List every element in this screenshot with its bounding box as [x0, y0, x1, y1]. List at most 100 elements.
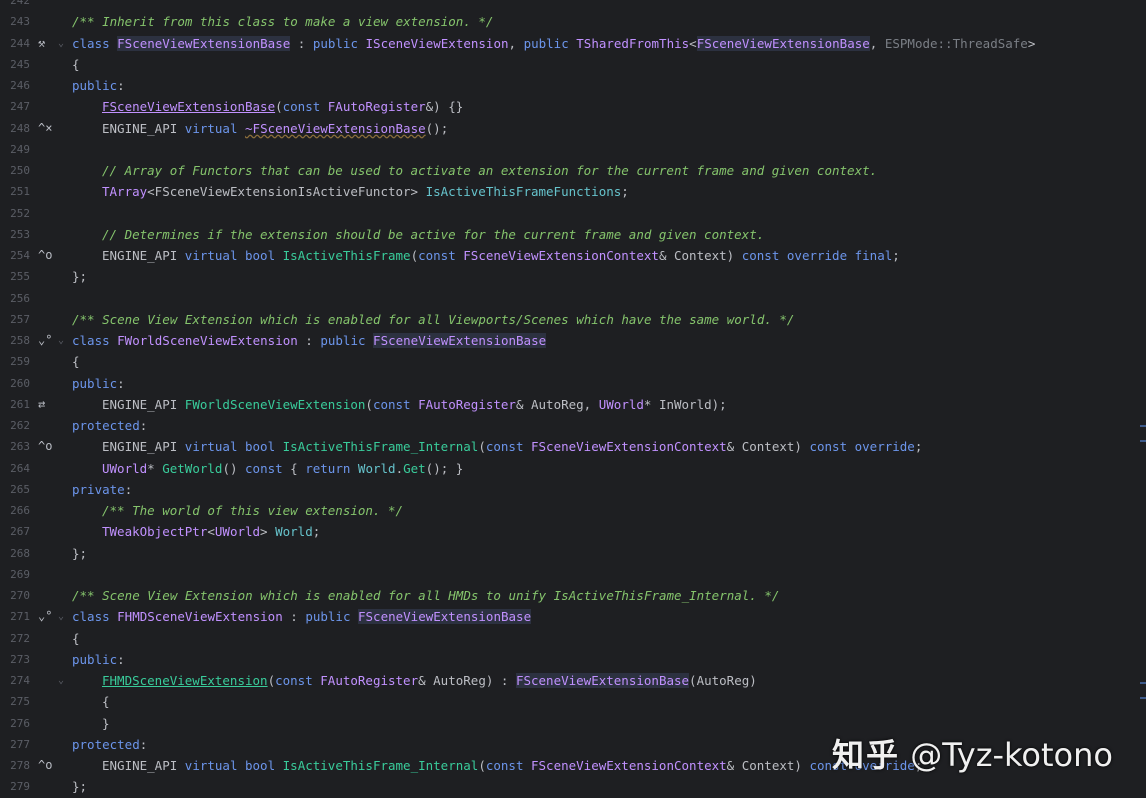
override-icon[interactable]: ^o — [38, 245, 56, 266]
line-number[interactable]: 259 — [0, 351, 30, 372]
code-text[interactable]: public: — [72, 75, 125, 96]
code-text[interactable]: }; — [72, 543, 87, 564]
code-text[interactable]: ENGINE_API virtual bool IsActiveThisFram… — [72, 436, 922, 457]
line-number[interactable]: 269 — [0, 564, 30, 585]
code-text[interactable]: { — [72, 351, 80, 372]
line-number[interactable]: 262 — [0, 415, 30, 436]
code-text[interactable]: protected: — [72, 415, 147, 436]
code-line[interactable]: 267 TWeakObjectPtr<UWorld> World; — [0, 521, 1146, 542]
code-text[interactable]: /** The world of this view extension. */ — [72, 500, 403, 521]
line-number[interactable]: 277 — [0, 734, 30, 755]
code-text[interactable]: TWeakObjectPtr<UWorld> World; — [72, 521, 320, 542]
fold-chevron-icon[interactable]: ⌄ — [58, 33, 64, 54]
code-text[interactable]: class FSceneViewExtensionBase : public I… — [72, 33, 1035, 54]
line-number[interactable]: 258 — [0, 330, 30, 351]
code-line[interactable]: 256 — [0, 288, 1146, 309]
code-line[interactable]: 251 TArray<FSceneViewExtensionIsActiveFun… — [0, 181, 1146, 202]
code-text[interactable]: /** Inherit from this class to make a vi… — [72, 11, 493, 32]
line-number[interactable]: 276 — [0, 713, 30, 734]
code-text[interactable]: }; — [72, 266, 87, 287]
code-text[interactable]: ENGINE_API virtual bool IsActiveThisFram… — [72, 755, 922, 776]
hammer-icon[interactable]: ⚒ — [38, 33, 56, 54]
code-line[interactable]: 253 // Determines if the extension should… — [0, 224, 1146, 245]
code-text[interactable]: /** Scene View Extension which is enable… — [72, 585, 779, 606]
code-text[interactable]: { — [72, 691, 110, 712]
code-text[interactable]: class FHMDSceneViewExtension : public FS… — [72, 606, 532, 627]
code-line[interactable]: 257 /** Scene View Extension which is ena… — [0, 309, 1146, 330]
line-number[interactable]: 244 — [0, 33, 30, 54]
code-text[interactable]: }; — [72, 776, 87, 797]
line-number[interactable]: 252 — [0, 203, 30, 224]
scroll-marker[interactable] — [1140, 440, 1146, 442]
code-line[interactable]: 270 /** Scene View Extension which is ena… — [0, 585, 1146, 606]
line-number[interactable]: 274 — [0, 670, 30, 691]
fold-chevron-icon[interactable]: ⌄ — [58, 670, 64, 691]
swap-icon[interactable]: ⇄ — [38, 394, 56, 415]
line-number[interactable]: 266 — [0, 500, 30, 521]
code-line[interactable]: 255}; — [0, 266, 1146, 287]
line-number[interactable]: 268 — [0, 543, 30, 564]
override-icon[interactable]: ^o — [38, 436, 56, 457]
scroll-marker[interactable] — [1140, 682, 1146, 684]
code-line[interactable]: 245 { — [0, 54, 1146, 75]
line-number[interactable]: 246 — [0, 75, 30, 96]
code-text[interactable]: private: — [72, 479, 132, 500]
code-line[interactable]: 266 /** The world of this view extension.… — [0, 500, 1146, 521]
code-text[interactable]: ENGINE_API virtual bool IsActiveThisFram… — [72, 245, 900, 266]
code-text[interactable]: // Determines if the extension should be… — [72, 224, 764, 245]
line-number[interactable]: 264 — [0, 458, 30, 479]
code-text[interactable]: public: — [72, 373, 125, 394]
code-text[interactable]: TArray<FSceneViewExtensionIsActiveFuncto… — [72, 181, 629, 202]
code-line[interactable]: 244 ⚒ ⌄ class FSceneViewExtensionBase : pub… — [0, 33, 1146, 54]
code-line[interactable]: 274 ⌄ FHMDSceneViewExtension(const FAutoRe… — [0, 670, 1146, 691]
code-line[interactable]: 268}; — [0, 543, 1146, 564]
line-number[interactable]: 273 — [0, 649, 30, 670]
code-text[interactable]: public: — [72, 649, 125, 670]
implemented-icon[interactable]: ⌄° — [38, 606, 56, 627]
code-line[interactable]: 243 /** Inherit from this class to make a… — [0, 11, 1146, 32]
code-line[interactable]: 272 { — [0, 628, 1146, 649]
line-number[interactable]: 257 — [0, 309, 30, 330]
line-number[interactable]: 250 — [0, 160, 30, 181]
fold-chevron-icon[interactable]: ⌄ — [58, 606, 64, 627]
code-text[interactable]: FHMDSceneViewExtension(const FAutoRegist… — [72, 670, 757, 691]
line-number[interactable]: 279 — [0, 776, 30, 797]
line-number[interactable]: 261 — [0, 394, 30, 415]
line-number[interactable]: 270 — [0, 585, 30, 606]
code-line[interactable]: 248 ^× ENGINE_API virtual ~FSceneViewExten… — [0, 118, 1146, 139]
code-line[interactable]: 254 ^o ENGINE_API virtual bool IsActiveThi… — [0, 245, 1146, 266]
line-number[interactable]: 267 — [0, 521, 30, 542]
code-text[interactable]: ENGINE_API virtual ~FSceneViewExtensionB… — [72, 118, 448, 139]
code-text[interactable]: // Array of Functors that can be used to… — [72, 160, 877, 181]
code-text[interactable]: { — [72, 54, 80, 75]
code-text[interactable]: { — [72, 628, 80, 649]
code-line[interactable]: 263 ^o ENGINE_API virtual bool IsActiveThi… — [0, 436, 1146, 457]
line-number[interactable]: 275 — [0, 691, 30, 712]
code-editor[interactable]: 242 243 /** Inherit from this class to mak… — [0, 0, 1146, 798]
code-line[interactable]: 279}; — [0, 776, 1146, 797]
line-number[interactable]: 248 — [0, 118, 30, 139]
line-number[interactable]: 253 — [0, 224, 30, 245]
code-line[interactable]: 262 protected: — [0, 415, 1146, 436]
line-number[interactable]: 254 — [0, 245, 30, 266]
code-text[interactable]: UWorld* GetWorld() const { return World.… — [72, 458, 463, 479]
code-text[interactable]: ENGINE_API FWorldSceneViewExtension(cons… — [72, 394, 727, 415]
override-x-icon[interactable]: ^× — [38, 118, 56, 139]
code-line[interactable]: 265 private: — [0, 479, 1146, 500]
line-number[interactable]: 242 — [0, 0, 30, 11]
code-text[interactable]: class FWorldSceneViewExtension : public … — [72, 330, 547, 351]
code-line[interactable]: 242 — [0, 0, 1146, 11]
code-line[interactable]: 269 — [0, 564, 1146, 585]
code-line[interactable]: 261 ⇄ ENGINE_API FWorldSceneViewExtension(… — [0, 394, 1146, 415]
code-line[interactable]: 271 ⌄° ⌄ class FHMDSceneViewExtension : pub… — [0, 606, 1146, 627]
line-number[interactable]: 260 — [0, 373, 30, 394]
line-number[interactable]: 245 — [0, 54, 30, 75]
code-line[interactable]: 258 ⌄° ⌄ class FWorldSceneViewExtension : p… — [0, 330, 1146, 351]
line-number[interactable]: 255 — [0, 266, 30, 287]
line-number[interactable]: 263 — [0, 436, 30, 457]
code-line[interactable]: 264 UWorld* GetWorld() const { return Wor… — [0, 458, 1146, 479]
line-number[interactable]: 247 — [0, 96, 30, 117]
code-text[interactable]: protected: — [72, 734, 147, 755]
fold-chevron-icon[interactable]: ⌄ — [58, 330, 64, 351]
line-number[interactable]: 271 — [0, 606, 30, 627]
